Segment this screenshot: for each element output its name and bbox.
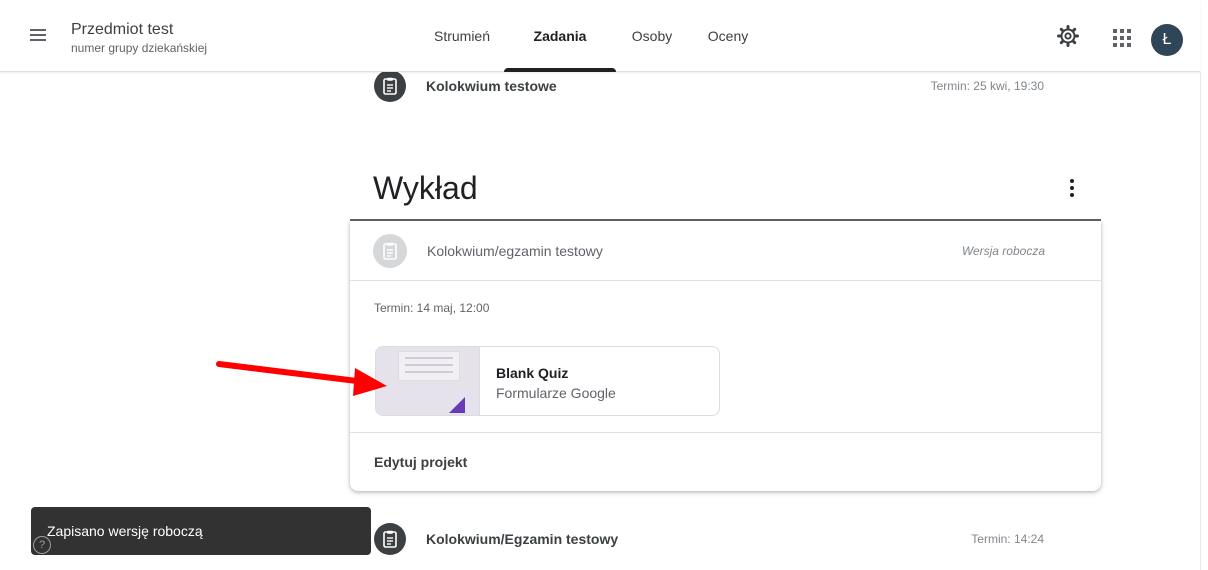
gear-icon[interactable] — [1056, 24, 1080, 48]
form-thumbnail — [376, 347, 480, 415]
scrollbar-track[interactable] — [1200, 72, 1208, 570]
assignment-icon — [374, 523, 406, 555]
card-footer: Edytuj projekt — [350, 432, 1101, 491]
course-info[interactable]: Przedmiot test numer grupy dziekańskiej — [71, 20, 207, 56]
apps-grid-icon[interactable] — [1108, 24, 1132, 48]
annotation-arrow — [216, 361, 387, 396]
attachment-google-form[interactable]: Blank Quiz Formularze Google — [375, 346, 720, 416]
assignment-title: Kolokwium/Egzamin testowy — [426, 531, 619, 547]
top-app-bar: Przedmiot test numer grupy dziekańskiej … — [0, 0, 1200, 72]
course-subtitle: numer grupy dziekańskiej — [71, 41, 208, 55]
card-due: Termin: 14 maj, 12:00 — [374, 301, 490, 315]
assignment-due: Termin: 14:24 — [971, 532, 1044, 546]
topic-title: Wykład — [373, 170, 478, 206]
menu-icon[interactable] — [30, 26, 60, 50]
snackbar: Zapisano wersję roboczą — [31, 507, 371, 555]
avatar[interactable]: Ł — [1151, 24, 1183, 56]
tab-grades[interactable]: Oceny — [688, 0, 768, 72]
course-title: Przedmiot test — [71, 21, 174, 38]
draft-status: Wersja robocza — [961, 243, 1045, 258]
assignment-icon — [374, 70, 406, 102]
assignment-icon — [373, 233, 407, 268]
tab-stream[interactable]: Strumień — [420, 0, 504, 72]
assignment-item[interactable]: Kolokwium testowe Termin: 25 kwi, 19:30 — [374, 66, 1054, 106]
assignment-item[interactable]: Kolokwium/Egzamin testowy Termin: 14:24 — [374, 519, 1054, 559]
attachment-title: Blank Quiz — [496, 365, 569, 381]
tab-people[interactable]: Osoby — [616, 0, 688, 72]
assignment-card: Kolokwium/egzamin testowy Wersja robocza… — [350, 221, 1101, 491]
assignment-title: Kolokwium testowe — [426, 78, 557, 94]
attachment-type: Formularze Google — [496, 385, 616, 401]
more-vert-icon[interactable] — [1064, 176, 1080, 200]
assignment-due: Termin: 25 kwi, 19:30 — [930, 79, 1044, 93]
snackbar-message: Zapisano wersję roboczą — [47, 523, 203, 539]
card-title: Kolokwium/egzamin testowy — [427, 242, 603, 259]
edit-project-link[interactable]: Edytuj projekt — [374, 454, 467, 470]
card-header[interactable]: Kolokwium/egzamin testowy Wersja robocza — [350, 221, 1101, 281]
help-icon[interactable]: ? — [33, 536, 51, 554]
tab-bar: Strumień Zadania Osoby Oceny — [420, 0, 768, 72]
tab-classwork[interactable]: Zadania — [504, 0, 616, 72]
